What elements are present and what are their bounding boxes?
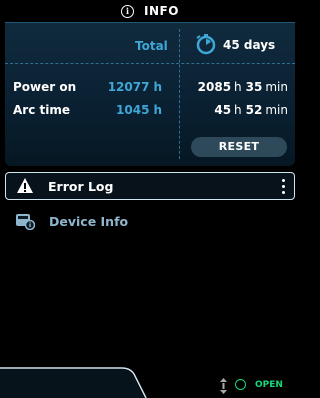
arc-time-minutes-unit: min <box>265 103 288 117</box>
arc-time-hours: 45 <box>214 103 232 117</box>
power-on-minutes: 35 <box>245 80 263 94</box>
arc-time-total-unit: h <box>153 103 162 117</box>
elapsed-column-header: 45 days <box>223 38 276 52</box>
power-on-elapsed: 2085 h 35 min <box>198 80 288 94</box>
arc-time-label: Arc time <box>13 103 70 117</box>
power-on-label: Power on <box>13 80 77 94</box>
footer-bar <box>0 367 147 398</box>
more-options-icon[interactable] <box>282 179 286 195</box>
menu-item-error-log[interactable]: Error Log <box>5 172 295 200</box>
arc-time-elapsed: 45 h 52 min <box>214 103 288 117</box>
header: i INFO <box>0 0 300 22</box>
menu-item-label: Error Log <box>48 178 114 194</box>
page-title: INFO <box>144 4 179 18</box>
arc-time-total-value: 1045 <box>116 103 150 117</box>
up-down-arrows-icon[interactable] <box>219 377 228 395</box>
stats-panel: Total 45 days Power on 12077 h 2085 h 35 min… <box>5 22 295 166</box>
power-on-total: 12077 h <box>108 80 162 94</box>
arc-time-minutes: 52 <box>245 103 263 117</box>
info-icon: i <box>121 4 135 18</box>
vertical-divider <box>179 29 180 159</box>
menu-item-label: Device Info <box>49 213 129 229</box>
warning-icon <box>17 178 33 193</box>
power-on-total-value: 12077 <box>107 80 150 94</box>
stopwatch-icon <box>196 34 216 55</box>
power-on-total-unit: h <box>153 80 162 94</box>
reset-button[interactable]: RESET <box>191 137 287 157</box>
arc-time-total: 1045 h <box>116 103 162 117</box>
menu-item-device-info[interactable]: Device Info <box>5 207 295 235</box>
power-on-hours-unit: h <box>234 80 242 94</box>
horizontal-divider <box>5 63 295 64</box>
power-on-hours: 2085 <box>197 80 232 94</box>
arc-time-hours-unit: h <box>234 103 242 117</box>
device-info-icon <box>16 214 35 230</box>
status-ring-icon <box>235 379 246 390</box>
power-on-minutes-unit: min <box>265 80 288 94</box>
total-column-header: Total <box>135 39 168 53</box>
status-label: OPEN <box>255 380 283 390</box>
